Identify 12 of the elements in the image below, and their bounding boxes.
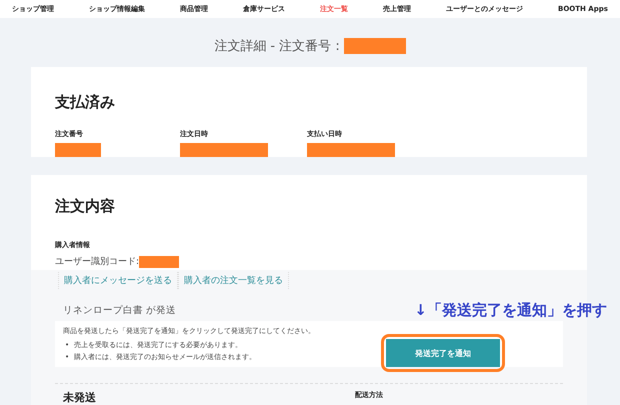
buyer-link[interactable]: 購入者にメッセージを送る xyxy=(58,272,178,289)
shipment-title: リネンロープ白書 が発送 xyxy=(63,304,176,316)
redaction-block xyxy=(55,142,101,157)
redaction-block xyxy=(344,38,406,54)
redaction-block xyxy=(139,256,180,268)
section-heading: 注文内容 xyxy=(55,197,116,216)
buyer-code-label: ユーザー識別コード: xyxy=(55,256,140,268)
shipping-status: 未発送 xyxy=(63,390,97,405)
section-heading: 支払済み xyxy=(55,92,116,112)
annotation-text: ↓「発送完了を通知」を押す xyxy=(414,300,607,320)
buyer-link[interactable]: 購入者の注文一覧を見る xyxy=(178,272,289,289)
page-title: 注文詳細 - 注文番号 : xyxy=(214,38,340,55)
